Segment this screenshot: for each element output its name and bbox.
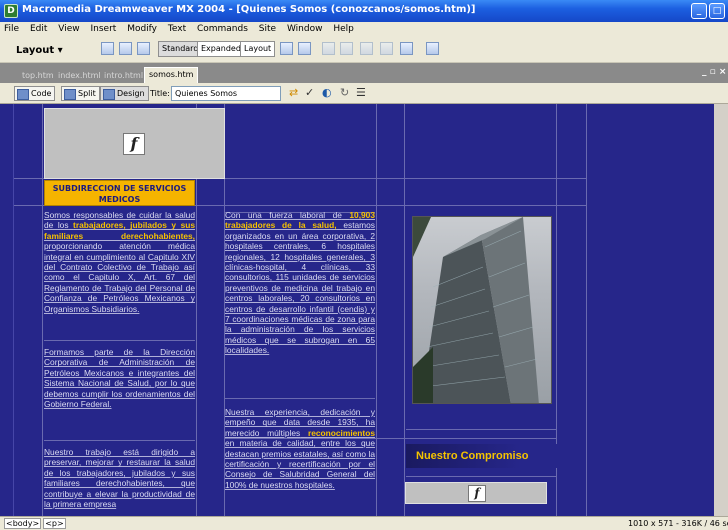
intro-paragraph[interactable]: Somos responsables de cuidar la salud de… [44, 210, 195, 314]
title-label: Title: [150, 89, 170, 98]
flash-icon: f [123, 133, 145, 155]
maximize-window-button[interactable]: □ [709, 3, 725, 19]
menu-modify[interactable]: Modify [123, 22, 161, 34]
dreamweaver-app-icon: D [4, 4, 18, 18]
frames-icon[interactable] [400, 42, 413, 55]
standard-mode-button[interactable]: Standard [158, 41, 203, 57]
refresh-icon[interactable]: ↻ [340, 87, 349, 99]
insert-category-label: Layout [16, 45, 55, 56]
no-browser-check-icon[interactable]: ✓ [305, 87, 314, 99]
menu-text[interactable]: Text [164, 22, 190, 34]
insert-category-dropdown[interactable]: Layout ▾ [16, 45, 63, 56]
design-canvas[interactable]: f SUBDIRECCION DE SERVICIOS MEDICOS Somo… [0, 104, 728, 516]
document-toolbar: Code Split Design Title: ⇄ ✓ ◐ ↻ ☰ [0, 83, 728, 104]
window-title-bar[interactable]: D Macromedia Dreamweaver MX 2004 - [Quie… [0, 0, 728, 22]
layout-cell-icon[interactable] [298, 42, 311, 55]
layout-mode-button[interactable]: Layout [240, 41, 276, 57]
tag-p[interactable]: <p> [43, 518, 66, 529]
view-options-icon[interactable]: ☰ [356, 87, 366, 99]
menu-bar: File Edit View Insert Modify Text Comman… [0, 22, 728, 37]
experience-paragraph[interactable]: Nuestra experiencia, dedicación y empeño… [225, 407, 375, 490]
menu-file[interactable]: File [0, 22, 23, 34]
mission-paragraph[interactable]: Nuestro trabajo está dirigido a preserva… [44, 447, 195, 509]
page-title-input[interactable] [171, 86, 281, 101]
insert-columns-icon[interactable] [340, 42, 353, 55]
tab-intro-html[interactable]: intro.html [100, 69, 147, 83]
tabular-data-icon[interactable] [426, 42, 439, 55]
tab-somos-htm[interactable]: somos.htm [144, 67, 199, 83]
design-view-button[interactable]: Design [100, 86, 149, 101]
canvas-left-margin [0, 104, 14, 516]
tab-index-html[interactable]: index.html [54, 69, 105, 83]
paragraph-text: en materia de calidad, entre los que des… [225, 438, 375, 490]
compromiso-label: Nuestro Compromiso [416, 450, 529, 462]
frame-icon[interactable] [137, 42, 150, 55]
building-photo[interactable] [412, 216, 552, 404]
expanded-mode-button[interactable]: Expanded [197, 41, 245, 57]
insert-bar: Layout ▾ Standard Expanded Layout [0, 37, 728, 63]
paragraph-text: proporcionando atención médica integral … [44, 241, 195, 314]
tag-selector: <body> <p> [4, 518, 68, 529]
menu-edit[interactable]: Edit [26, 22, 51, 34]
menu-commands[interactable]: Commands [193, 22, 252, 34]
document-window-controls[interactable]: _ ▫ × [702, 67, 726, 77]
compromiso-banner[interactable]: Nuestro Compromiso [406, 444, 569, 468]
tab-top-htm[interactable]: top.htm [18, 69, 58, 83]
status-bar: <body> <p> 1010 x 571 - 316K / 46 sec [0, 516, 728, 530]
workforce-paragraph[interactable]: Con una fuerza laboral de 10,903 trabaja… [225, 210, 375, 356]
paragraph-text: Con una fuerza laboral de [225, 210, 342, 220]
menu-help[interactable]: Help [329, 22, 358, 34]
organization-paragraph[interactable]: Formamos parte de la Dirección Corporati… [44, 347, 195, 409]
document-tabs-bar: top.htm index.html intro.html somos.htm … [0, 63, 728, 83]
flash-icon: f [468, 485, 486, 502]
menu-insert[interactable]: Insert [86, 22, 120, 34]
minimize-window-button[interactable]: _ [691, 3, 707, 19]
chevron-down-icon: ▾ [57, 45, 63, 56]
tag-body[interactable]: <body> [4, 518, 42, 529]
highlight-link[interactable]: reconocimientos [308, 428, 375, 438]
insert-column-icon[interactable] [380, 42, 393, 55]
menu-site[interactable]: Site [255, 22, 280, 34]
menu-window[interactable]: Window [283, 22, 327, 34]
file-management-icon[interactable]: ⇄ [289, 87, 298, 99]
window-size-info[interactable]: 1010 x 571 - 316K / 46 sec [628, 519, 728, 528]
building-illustration [413, 217, 539, 403]
table-icon[interactable] [101, 42, 114, 55]
section-heading: SUBDIRECCION DE SERVICIOS MEDICOS [44, 180, 195, 206]
preview-browser-icon[interactable]: ◐ [322, 87, 332, 99]
window-title: Macromedia Dreamweaver MX 2004 - [Quiene… [22, 4, 476, 15]
flash-movie-placeholder[interactable]: f [44, 108, 225, 179]
flash-button-placeholder[interactable]: f [405, 482, 547, 504]
insert-row-above-icon[interactable] [360, 42, 373, 55]
layout-table-icon[interactable] [280, 42, 293, 55]
split-view-button[interactable]: Split [61, 86, 100, 101]
paragraph-text: estamos organizados en un área corporati… [225, 220, 375, 356]
layer-icon[interactable] [119, 42, 132, 55]
menu-view[interactable]: View [54, 22, 83, 34]
insert-rows-icon[interactable] [322, 42, 335, 55]
vertical-scrollbar[interactable] [714, 104, 728, 516]
code-view-button[interactable]: Code [14, 86, 56, 101]
